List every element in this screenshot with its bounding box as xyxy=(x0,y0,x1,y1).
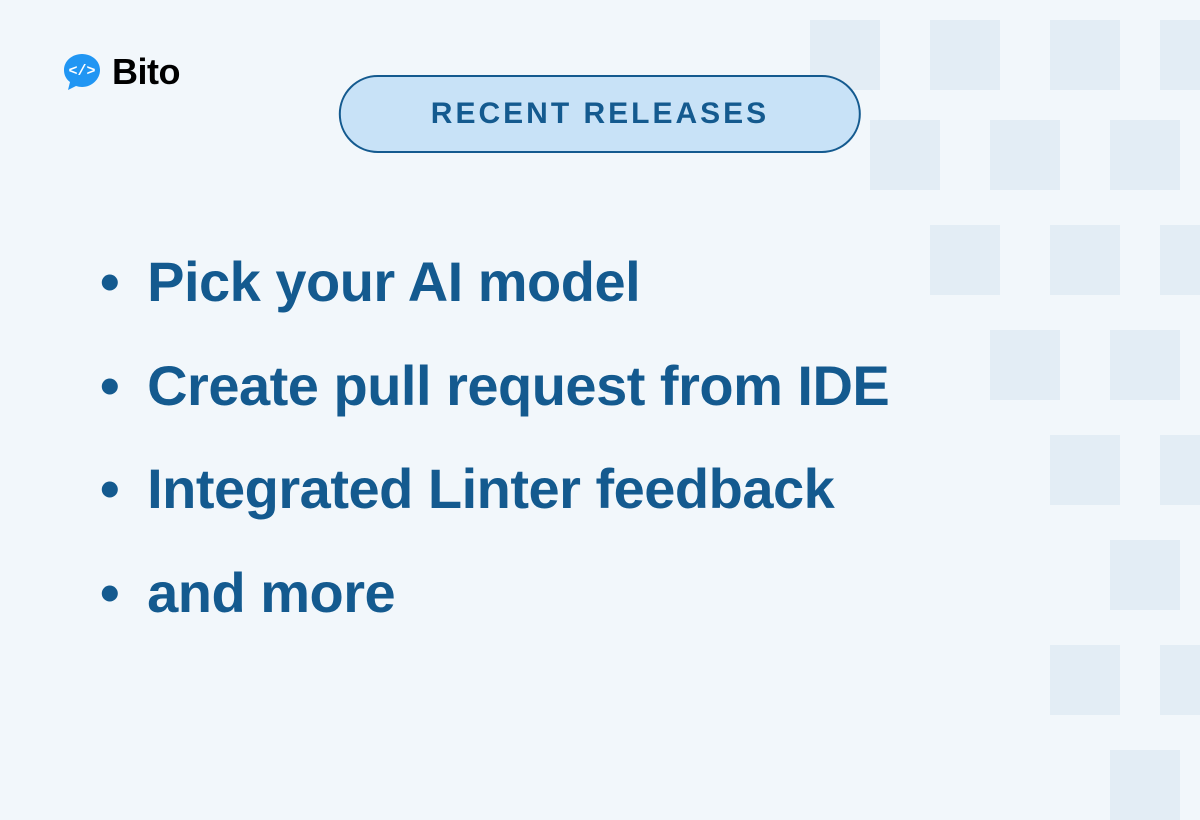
releases-badge: RECENT RELEASES xyxy=(339,75,861,153)
svg-text:</>: </> xyxy=(68,63,95,80)
feature-list: Pick your AI model Create pull request f… xyxy=(100,230,889,644)
logo-text: Bito xyxy=(112,51,180,93)
list-item: Integrated Linter feedback xyxy=(100,437,889,541)
list-item: Pick your AI model xyxy=(100,230,889,334)
bito-logo-icon: </> xyxy=(60,50,104,94)
list-item: and more xyxy=(100,541,889,645)
logo: </> Bito xyxy=(60,50,180,94)
badge-label: RECENT RELEASES xyxy=(431,97,769,131)
list-item: Create pull request from IDE xyxy=(100,334,889,438)
